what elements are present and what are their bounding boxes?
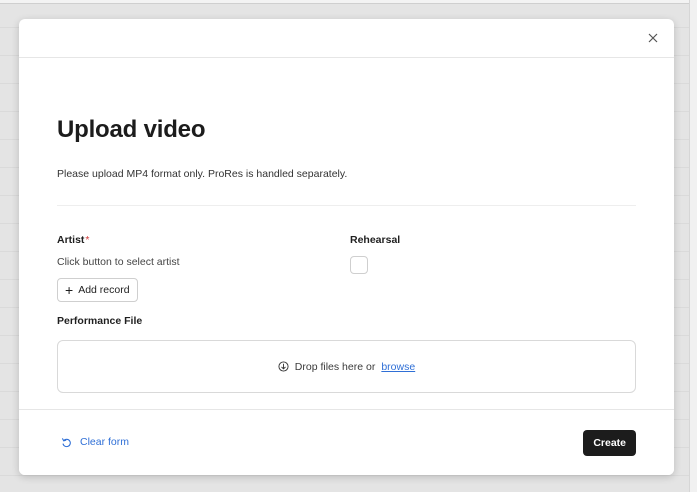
- close-icon: [648, 33, 658, 43]
- page-subtitle: Please upload MP4 format only. ProRes is…: [57, 168, 348, 180]
- upload-icon: [278, 361, 289, 372]
- page-title: Upload video: [57, 116, 206, 143]
- plus-icon: +: [65, 281, 74, 298]
- drop-text: Drop files here or: [294, 360, 376, 373]
- required-marker: *: [85, 234, 90, 246]
- rehearsal-label: Rehearsal: [350, 234, 401, 246]
- top-strip: [0, 0, 697, 4]
- clear-form-button[interactable]: Clear form: [61, 436, 129, 448]
- add-record-button[interactable]: + Add record: [57, 278, 138, 302]
- file-dropzone[interactable]: Drop files here or browse: [57, 340, 636, 393]
- add-record-label: Add record: [78, 284, 130, 296]
- undo-icon: [61, 437, 71, 447]
- artist-label-text: Artist: [57, 234, 85, 246]
- dialog-footer: Clear form Create: [19, 409, 674, 475]
- divider: [57, 205, 636, 206]
- scrollbar[interactable]: [689, 0, 697, 492]
- upload-video-dialog: Upload video Please upload MP4 format on…: [19, 19, 674, 475]
- close-button[interactable]: [644, 29, 662, 47]
- browse-link[interactable]: browse: [381, 361, 415, 373]
- performance-file-label: Performance File: [57, 315, 143, 327]
- rehearsal-checkbox[interactable]: [350, 256, 368, 274]
- artist-label: Artist*: [57, 234, 90, 246]
- artist-help-text: Click button to select artist: [57, 256, 180, 268]
- dialog-header: [19, 19, 674, 58]
- create-button[interactable]: Create: [583, 430, 636, 456]
- clear-form-label: Clear form: [80, 436, 130, 448]
